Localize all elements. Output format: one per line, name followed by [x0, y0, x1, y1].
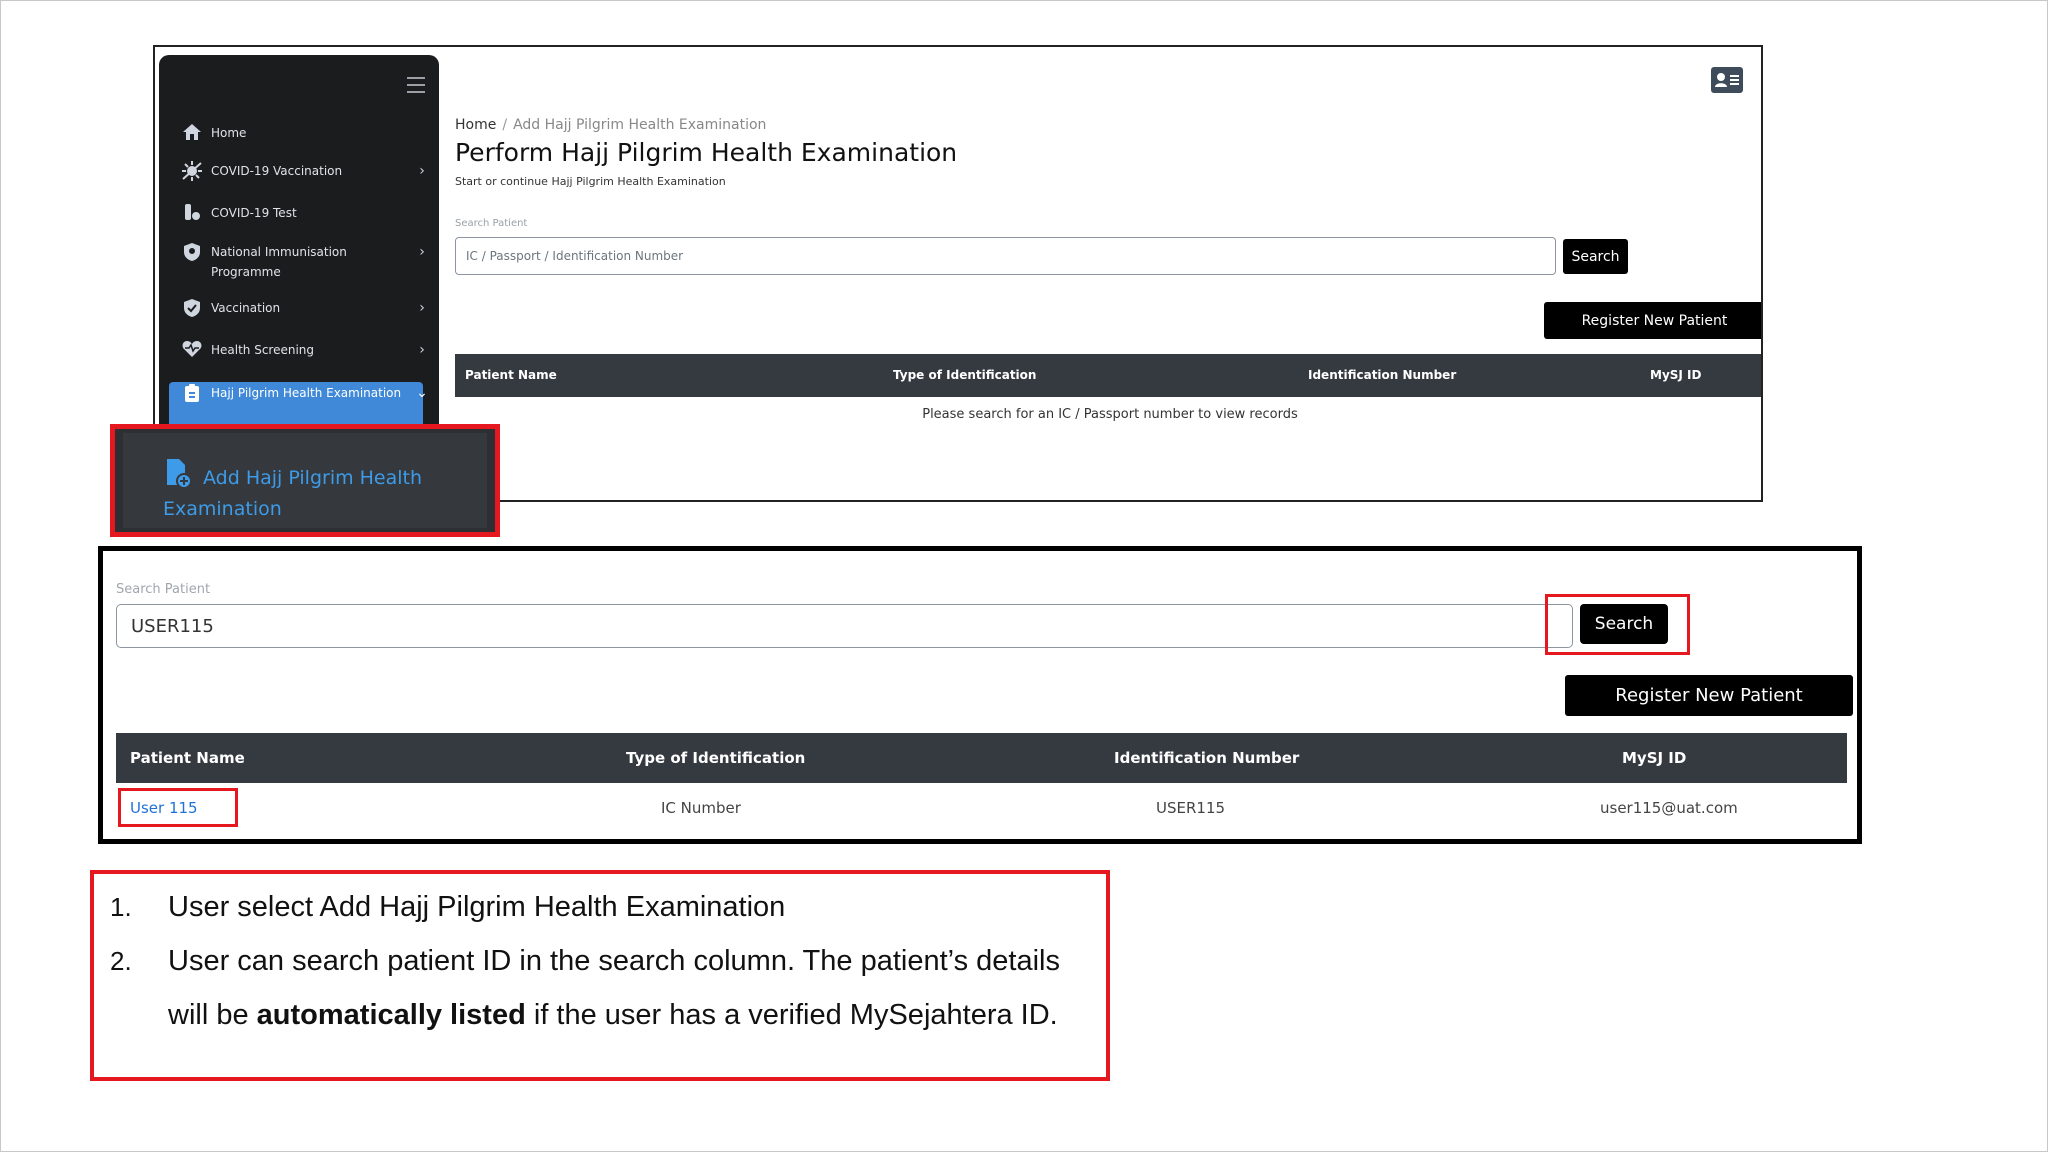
- sidebar-item-national-immunisation[interactable]: National Immunisation Programme ›: [179, 242, 429, 282]
- test-tube-icon: [179, 203, 205, 223]
- search-label: Search Patient: [455, 218, 528, 229]
- step-text: User select Add Hajj Pilgrim Health Exam…: [168, 891, 786, 923]
- step-number: 2.: [110, 946, 132, 976]
- breadcrumb: Home / Add Hajj Pilgrim Health Examination: [455, 117, 766, 133]
- callout-menu-item[interactable]: Add Hajj Pilgrim Health Examination: [123, 433, 487, 528]
- search-input[interactable]: [116, 604, 1573, 648]
- identification-number-cell: USER115: [1156, 799, 1226, 817]
- column-header-identification-type: Type of Identification: [626, 749, 806, 767]
- column-header-patient-name: Patient Name: [130, 749, 245, 767]
- patient-name-highlight: [118, 788, 238, 827]
- shield-check-icon: [179, 298, 205, 318]
- hamburger-menu-icon[interactable]: [407, 77, 425, 93]
- breadcrumb-home[interactable]: Home: [455, 117, 496, 133]
- step-text: User can search patient ID in the search…: [168, 945, 1060, 977]
- shield-icon: [179, 242, 205, 262]
- sidebar-item-label: National Immunisation Programme: [211, 245, 347, 279]
- sidebar-item-label: COVID-19 Vaccination: [211, 164, 343, 178]
- sidebar-item-label: Health Screening: [211, 343, 315, 357]
- instruction-step-1: 1. User select Add Hajj Pilgrim Health E…: [110, 880, 1090, 934]
- page-subtitle: Start or continue Hajj Pilgrim Health Ex…: [455, 175, 726, 188]
- column-header-patient-name: Patient Name: [465, 368, 557, 382]
- step-text-suffix: if the user has a verified MySejahtera I…: [525, 999, 1058, 1031]
- table-row: User 115 IC Number USER115 user115@uat.c…: [116, 783, 1847, 833]
- sidebar-item-label: Hajj Pilgrim Health Examination: [211, 386, 402, 400]
- clipboard-icon: [179, 383, 205, 403]
- mysj-id-cell: user115@uat.com: [1600, 799, 1738, 817]
- chevron-down-icon: ⌄: [416, 385, 428, 401]
- column-header-identification-number: Identification Number: [1114, 749, 1300, 767]
- breadcrumb-separator: /: [502, 117, 508, 133]
- main-content: Home / Add Hajj Pilgrim Health Examination…: [445, 47, 1761, 500]
- instruction-step-2: 2. User can search patient ID in the sea…: [110, 934, 1090, 988]
- sidebar-item-covid-vaccination[interactable]: COVID-19 Vaccination ›: [179, 161, 429, 181]
- breadcrumb-current: Add Hajj Pilgrim Health Examination: [513, 117, 767, 133]
- column-header-mysj-id: MySJ ID: [1622, 749, 1687, 767]
- sidebar-item-vaccination[interactable]: Vaccination ›: [179, 298, 429, 318]
- step-text-prefix: will be: [168, 999, 257, 1031]
- instructions-box: 1. User select Add Hajj Pilgrim Health E…: [90, 870, 1110, 1081]
- step-number: 1.: [110, 892, 132, 922]
- home-icon: [179, 123, 205, 141]
- virus-icon: [179, 161, 205, 181]
- sidebar-item-health-screening[interactable]: Health Screening ›: [179, 340, 429, 360]
- register-new-patient-button[interactable]: Register New Patient: [1565, 675, 1853, 716]
- identification-type-cell: IC Number: [661, 799, 741, 817]
- chevron-right-icon: ›: [419, 244, 425, 260]
- chevron-right-icon: ›: [419, 300, 425, 316]
- column-header-identification-type: Type of Identification: [893, 368, 1037, 382]
- sidebar-item-label: Home: [211, 126, 247, 140]
- heart-pulse-icon: [179, 340, 205, 358]
- instruction-step-2-continued: will be automatically listed if the user…: [110, 988, 1090, 1042]
- search-button[interactable]: Search: [1580, 604, 1668, 644]
- register-new-patient-button[interactable]: Register New Patient: [1544, 302, 1761, 339]
- search-button[interactable]: Search: [1563, 239, 1628, 274]
- empty-table-message: Please search for an IC / Passport numbe…: [922, 407, 1298, 422]
- step-text-bold: automatically listed: [256, 999, 526, 1031]
- sidebar-item-covid-test[interactable]: COVID-19 Test: [179, 203, 429, 223]
- chevron-right-icon: ›: [419, 342, 425, 358]
- screenshot-search-result: Search Patient Search Register New Patie…: [98, 546, 1862, 844]
- page-title: Perform Hajj Pilgrim Health Examination: [455, 138, 958, 167]
- chevron-right-icon: ›: [419, 163, 425, 179]
- id-card-icon[interactable]: [1711, 67, 1743, 93]
- table-header: Patient Name Type of Identification Iden…: [116, 733, 1847, 783]
- step-text-continued: will be automatically listed if the user…: [110, 988, 1090, 1042]
- callout-label: Add Hajj Pilgrim Health Examination: [163, 467, 423, 520]
- sidebar-item-hajj-pilgrim[interactable]: Hajj Pilgrim Health Examination ⌄: [179, 383, 429, 403]
- column-header-mysj-id: MySJ ID: [1650, 368, 1702, 382]
- search-label: Search Patient: [116, 582, 211, 597]
- sidebar-item-label: Vaccination: [211, 301, 281, 315]
- sidebar-item-home[interactable]: Home: [179, 123, 429, 143]
- column-header-identification-number: Identification Number: [1308, 368, 1457, 382]
- sidebar-item-label: COVID-19 Test: [211, 206, 297, 220]
- table-header: Patient Name Type of Identification Iden…: [455, 354, 1761, 397]
- callout-highlight: Add Hajj Pilgrim Health Examination: [110, 424, 500, 537]
- search-input[interactable]: [455, 237, 1556, 275]
